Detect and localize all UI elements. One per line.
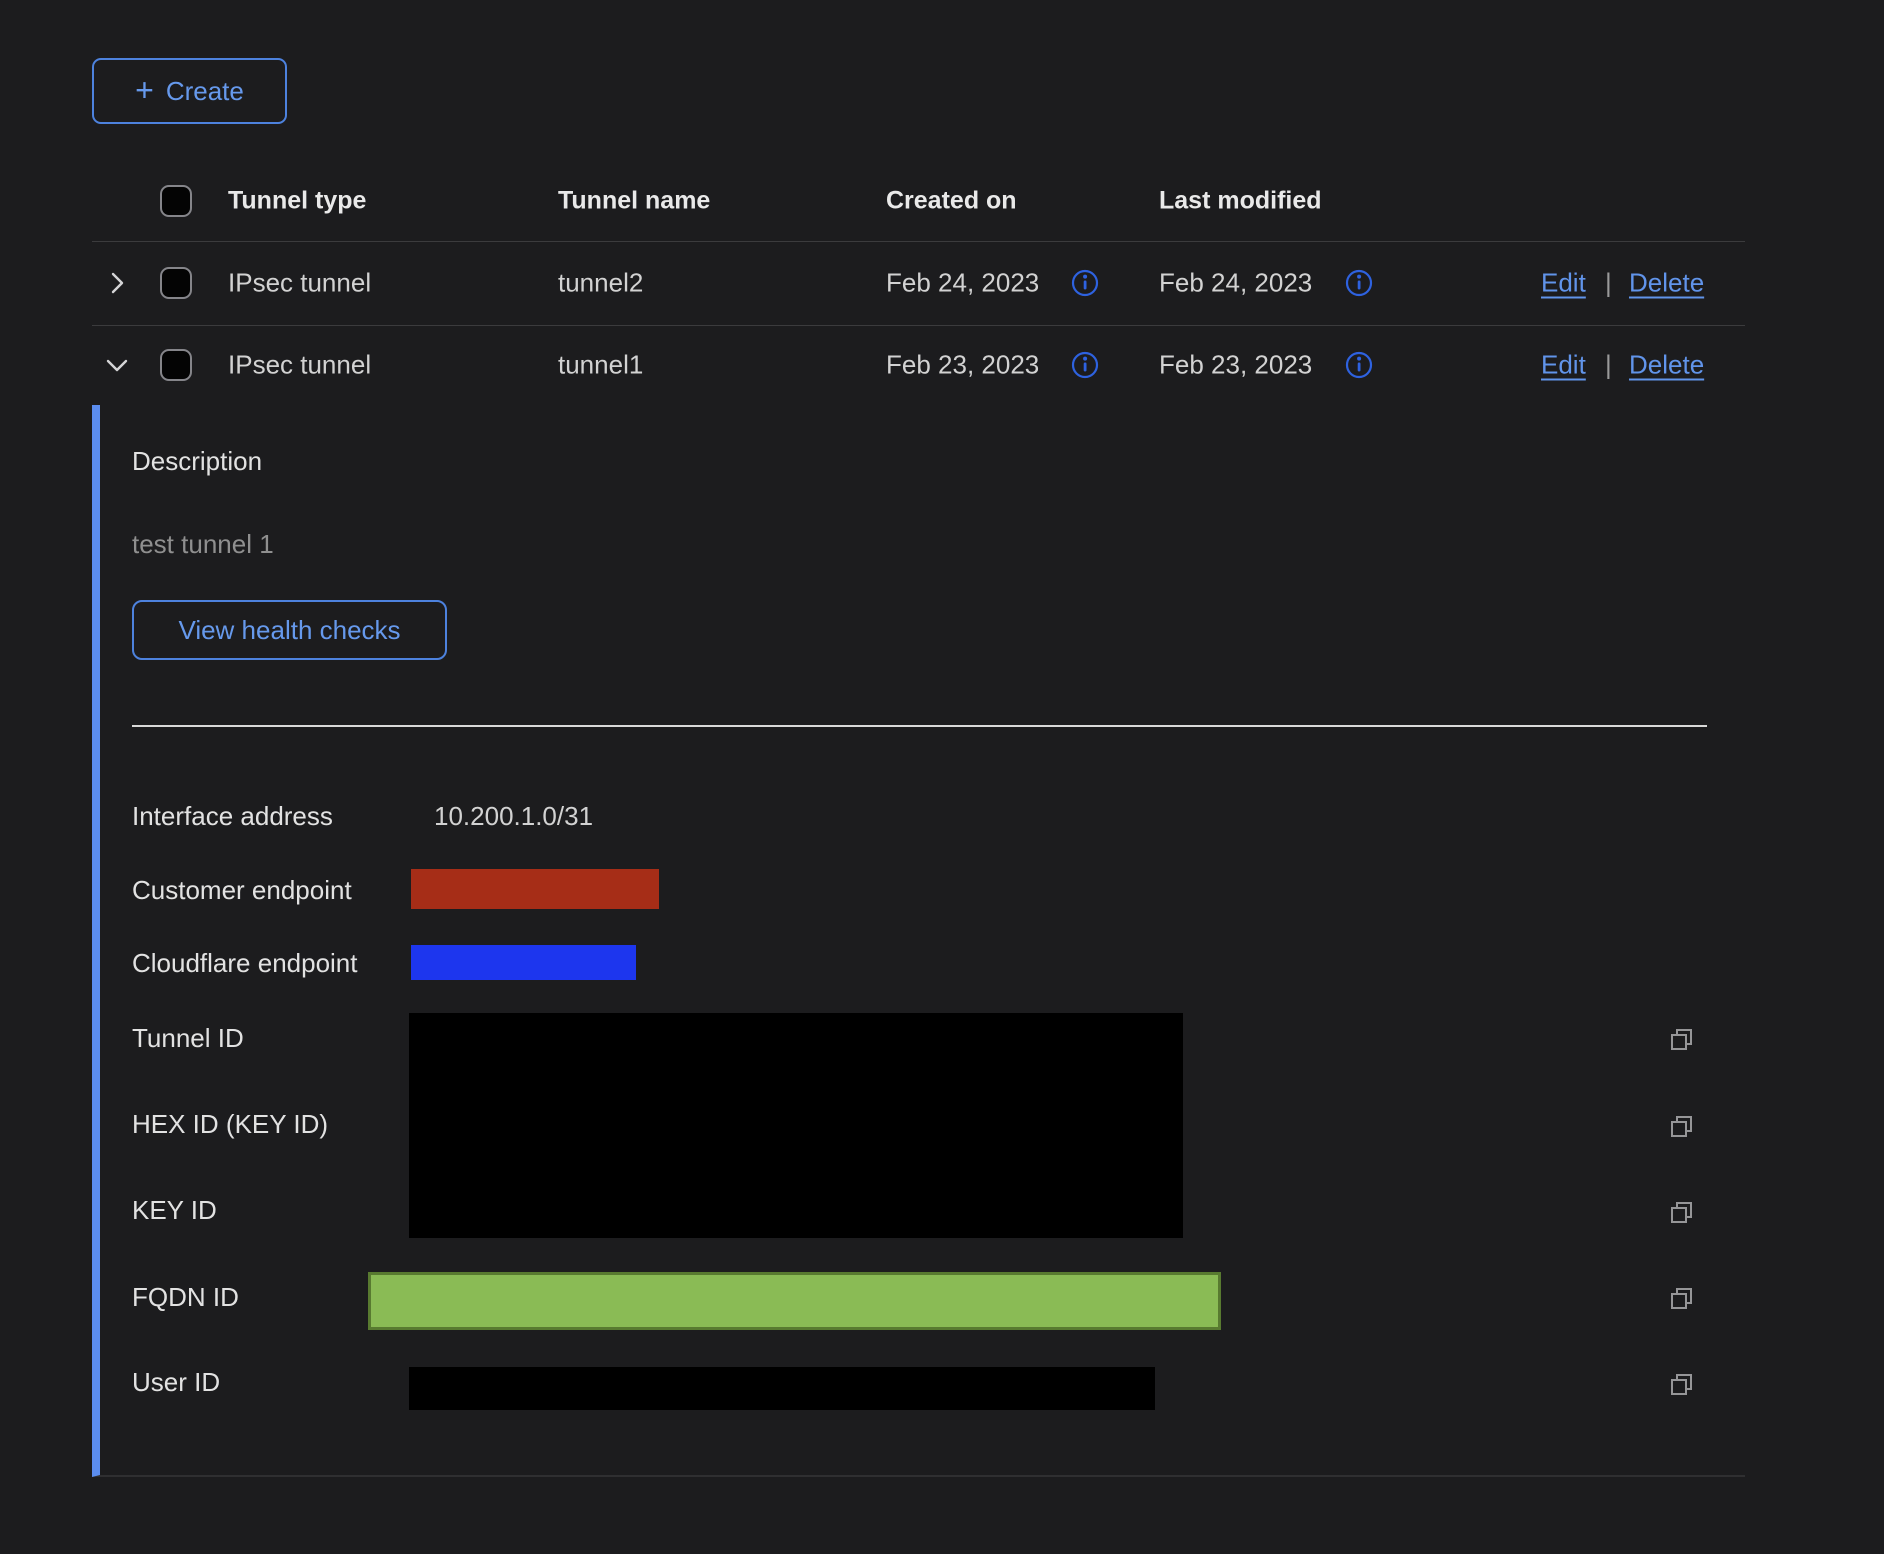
chevron-down-icon bbox=[102, 350, 132, 380]
id-values-redacted-block bbox=[409, 1013, 1183, 1238]
tunnel-type-cell: IPsec tunnel bbox=[228, 268, 371, 299]
last-modified-cell: Feb 24, 2023 bbox=[1159, 268, 1312, 299]
created-on-info-icon[interactable] bbox=[1070, 268, 1100, 298]
cloudflare-endpoint-redacted-value bbox=[411, 945, 636, 980]
copy-icon bbox=[1668, 1026, 1696, 1054]
tunnel-details-panel: Description test tunnel 1 View health ch… bbox=[92, 405, 1745, 1477]
fqdn-id-redacted-value bbox=[368, 1272, 1221, 1330]
customer-endpoint-redacted-value bbox=[411, 869, 659, 909]
tunnel-id-label: Tunnel ID bbox=[132, 1022, 244, 1054]
select-all-checkbox[interactable] bbox=[160, 185, 192, 217]
interface-address-label: Interface address bbox=[132, 800, 333, 832]
delete-link[interactable]: Delete bbox=[1629, 268, 1704, 299]
hex-id-label: HEX ID (KEY ID) bbox=[132, 1108, 328, 1140]
interface-address-value: 10.200.1.0/31 bbox=[434, 800, 593, 832]
copy-hex-id-button[interactable] bbox=[1668, 1113, 1696, 1141]
column-header-tunnel-name: Tunnel name bbox=[558, 186, 710, 215]
created-on-cell: Feb 24, 2023 bbox=[886, 268, 1039, 299]
collapse-row-button[interactable] bbox=[102, 350, 132, 380]
copy-icon bbox=[1668, 1371, 1696, 1399]
description-label: Description bbox=[132, 445, 262, 477]
copy-icon bbox=[1668, 1199, 1696, 1227]
created-on-cell: Feb 23, 2023 bbox=[886, 350, 1039, 381]
create-button[interactable]: + Create bbox=[92, 58, 287, 124]
last-modified-info-icon[interactable] bbox=[1344, 268, 1374, 298]
row-checkbox[interactable] bbox=[160, 349, 192, 381]
fqdn-id-label: FQDN ID bbox=[132, 1281, 239, 1313]
column-header-tunnel-type: Tunnel type bbox=[228, 186, 366, 215]
copy-tunnel-id-button[interactable] bbox=[1668, 1026, 1696, 1054]
last-modified-cell: Feb 23, 2023 bbox=[1159, 350, 1312, 381]
description-value: test tunnel 1 bbox=[132, 528, 274, 560]
last-modified-info-icon[interactable] bbox=[1344, 350, 1374, 380]
user-id-redacted-value bbox=[409, 1367, 1155, 1410]
view-health-checks-label: View health checks bbox=[178, 615, 400, 646]
customer-endpoint-label: Customer endpoint bbox=[132, 874, 352, 906]
tunnel-name-cell: tunnel1 bbox=[558, 350, 643, 381]
plus-icon: + bbox=[135, 74, 154, 106]
copy-fqdn-id-button[interactable] bbox=[1668, 1285, 1696, 1313]
tunnel-type-cell: IPsec tunnel bbox=[228, 350, 371, 381]
delete-link[interactable]: Delete bbox=[1629, 350, 1704, 381]
chevron-right-icon bbox=[102, 268, 132, 298]
copy-key-id-button[interactable] bbox=[1668, 1199, 1696, 1227]
section-divider bbox=[132, 725, 1707, 727]
table-row: IPsec tunnel tunnel2 Feb 24, 2023 Feb 24… bbox=[92, 241, 1745, 326]
table-header: Tunnel type Tunnel name Created on Last … bbox=[92, 160, 1745, 242]
expand-row-button[interactable] bbox=[102, 268, 132, 298]
table-row: IPsec tunnel tunnel1 Feb 23, 2023 Feb 23… bbox=[92, 325, 1745, 405]
action-separator: | bbox=[1605, 268, 1612, 299]
tunnel-name-cell: tunnel2 bbox=[558, 268, 643, 299]
created-on-info-icon[interactable] bbox=[1070, 350, 1100, 380]
copy-icon bbox=[1668, 1285, 1696, 1313]
user-id-label: User ID bbox=[132, 1366, 220, 1398]
tunnels-page: + Create Tunnel type Tunnel name Created… bbox=[0, 0, 1884, 1554]
column-header-created-on: Created on bbox=[886, 186, 1017, 215]
edit-link[interactable]: Edit bbox=[1541, 350, 1586, 381]
create-button-label: Create bbox=[166, 76, 244, 107]
copy-icon bbox=[1668, 1113, 1696, 1141]
row-checkbox[interactable] bbox=[160, 267, 192, 299]
action-separator: | bbox=[1605, 350, 1612, 381]
view-health-checks-button[interactable]: View health checks bbox=[132, 600, 447, 660]
copy-user-id-button[interactable] bbox=[1668, 1371, 1696, 1399]
cloudflare-endpoint-label: Cloudflare endpoint bbox=[132, 947, 358, 979]
edit-link[interactable]: Edit bbox=[1541, 268, 1586, 299]
key-id-label: KEY ID bbox=[132, 1194, 217, 1226]
column-header-last-modified: Last modified bbox=[1159, 186, 1322, 215]
